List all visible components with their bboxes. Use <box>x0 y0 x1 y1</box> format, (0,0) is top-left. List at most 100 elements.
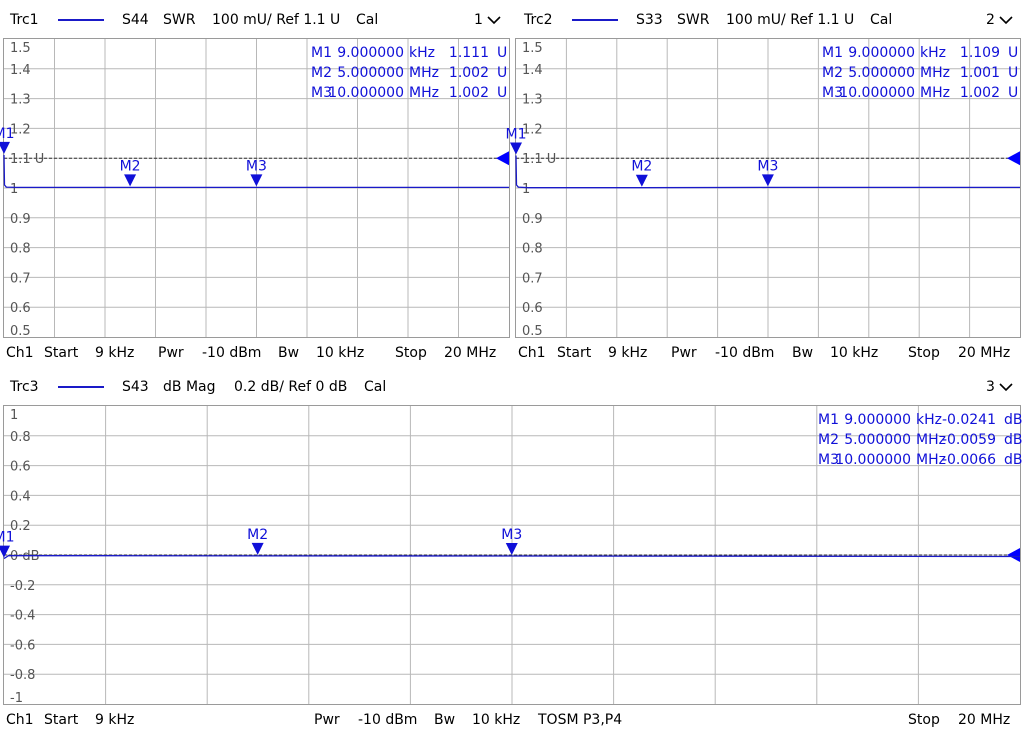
stop-value[interactable]: 20 MHz <box>958 709 1010 731</box>
start-value[interactable]: 9 kHz <box>608 342 647 364</box>
readout-value: 1.109 <box>960 45 1000 61</box>
y-tick-label: -1 <box>10 691 23 706</box>
channel-footer-2: Ch1 Start 9 kHz Pwr -10 dBm Bw 10 kHz St… <box>512 342 1024 364</box>
trace-parameter[interactable]: S44 <box>122 9 149 31</box>
readout-value-unit: U <box>497 85 507 101</box>
marker-triangle-icon <box>505 542 518 555</box>
marker-readout-row: M2 5.000000 MHz-0.0059 dB <box>818 432 1023 448</box>
marker-readout-row: M310.000000 MHz-0.0066 dB <box>818 452 1023 468</box>
reference-arrow-icon <box>1007 151 1020 166</box>
trace-header-1: Trc1 S44 SWR 100 mU/ Ref 1.1 U Cal 1 <box>0 9 512 31</box>
window-number[interactable]: 3 <box>986 376 995 398</box>
channel-label[interactable]: Ch1 <box>6 709 34 731</box>
marker-m3: M3 <box>246 158 267 187</box>
trace-color-line <box>58 386 104 388</box>
bandwidth-label: Bw <box>278 345 300 361</box>
start-value[interactable]: 9 kHz <box>95 342 134 364</box>
plot-area-3[interactable]: 10.80.60.40.2-0.2-0.4-0.6-0.8-10 dBM1M2M… <box>0 405 1023 706</box>
calibration-ports[interactable]: TOSM P3,P4 <box>538 709 622 731</box>
readout-value-unit: dB <box>1004 452 1023 468</box>
trace-scale[interactable]: 0.2 dB/ Ref 0 dB <box>234 376 347 398</box>
marker-triangle-icon <box>761 174 774 187</box>
readout-value-unit: dB <box>1004 412 1023 428</box>
y-tick-label: 0.8 <box>10 430 31 445</box>
y-tick-label: -0.6 <box>10 638 35 653</box>
trace-parameter[interactable]: S33 <box>636 9 663 31</box>
power-value[interactable]: -10 dBm <box>358 709 417 731</box>
trace-parameter[interactable]: S43 <box>122 376 149 398</box>
marker-m2: M2 <box>631 159 652 187</box>
y-tick-label: 0.8 <box>10 242 31 257</box>
window-number[interactable]: 2 <box>986 9 995 31</box>
marker-label: M3 <box>246 158 267 174</box>
marker-readout-row: M310.000000 MHz 1.002 U <box>822 85 1018 101</box>
marker-triangle-icon <box>635 174 648 187</box>
plot-area-2[interactable]: 1.5 1.4 1.3 1.2 1 0.9 0.8 0.7 0.6 0.5 1.1 U M1 M2 M3 M… <box>506 38 1021 339</box>
marker-m2: M2 <box>247 527 268 555</box>
marker-label: M1 <box>0 126 15 142</box>
readout-value: 1.111 <box>449 45 489 61</box>
power-value[interactable]: -10 dBm <box>202 342 261 364</box>
readout-value-unit: U <box>1008 45 1018 61</box>
power-value[interactable]: -10 dBm <box>715 342 774 364</box>
power-label: Pwr <box>314 712 340 728</box>
plot-area-1[interactable]: 1.51.41.31.210.90.80.70.60.51.1 UM1M2M3M… <box>0 38 510 339</box>
trace-scale[interactable]: 100 mU/ Ref 1.1 U <box>212 9 340 31</box>
bandwidth-value[interactable]: 10 kHz <box>472 709 520 731</box>
readout-value: 1.002 <box>449 65 489 81</box>
marker-m3: M3 <box>757 158 778 187</box>
y-tick-label: 0.5 <box>522 324 543 339</box>
readout-name: M1 <box>311 45 332 61</box>
trace-scale[interactable]: 100 mU/ Ref 1.1 U <box>726 9 854 31</box>
channel-label[interactable]: Ch1 <box>6 342 34 364</box>
readout-stimulus: 5.000000 <box>848 65 915 81</box>
reference-arrow-icon <box>496 151 509 166</box>
trace-cal-status: Cal <box>364 379 387 395</box>
trace-format[interactable]: SWR <box>163 9 195 31</box>
marker-m3: M3 <box>501 527 522 555</box>
readout-value: 1.002 <box>449 85 489 101</box>
trace-color-line <box>58 19 104 21</box>
y-tick-label: 0.6 <box>522 301 543 316</box>
reference-arrow-icon <box>1007 548 1020 562</box>
readout-stimulus-unit: MHz <box>920 85 950 101</box>
y-tick-label: 1.3 <box>10 93 31 108</box>
trace-name[interactable]: Trc1 <box>10 9 39 31</box>
y-tick-label: 0.9 <box>10 212 31 227</box>
stop-label: Stop <box>395 345 427 361</box>
trace-name[interactable]: Trc3 <box>10 376 39 398</box>
window-number[interactable]: 1 <box>474 9 483 31</box>
bandwidth-value[interactable]: 10 kHz <box>316 342 364 364</box>
readout-value: 1.001 <box>960 65 1000 81</box>
marker-readout-row: M310.000000 MHz 1.002 U <box>311 85 507 101</box>
trace-cal-status: Cal <box>870 12 893 28</box>
readout-stimulus-unit: kHz <box>409 45 435 61</box>
readout-value-unit: U <box>497 65 507 81</box>
readout-stimulus: 10.000000 <box>328 85 404 101</box>
marker-readout-list: M1 9.000000 kHz -0.0241 dBM2 5.000000 MHz-0.00… <box>818 412 1023 468</box>
bandwidth-value[interactable]: 10 kHz <box>830 342 878 364</box>
readout-value: -0.0059 <box>942 432 996 448</box>
start-label: Start <box>557 345 592 361</box>
marker-readout-row: M1 9.000000 kHz 1.111 U <box>311 45 507 61</box>
trace-cal-status: Cal <box>356 12 379 28</box>
trace-header-2: Trc2 S33 SWR 100 mU/ Ref 1.1 U Cal 2 <box>514 9 1024 31</box>
channel-footer-1: Ch1 Start 9 kHz Pwr -10 dBm Bw 10 kHz St… <box>0 342 512 364</box>
trace-name[interactable]: Trc2 <box>524 9 553 31</box>
bandwidth-label: Bw <box>792 345 814 361</box>
power-label: Pwr <box>158 345 184 361</box>
trace-format[interactable]: dB Mag <box>163 376 216 398</box>
stop-value[interactable]: 20 MHz <box>444 342 496 364</box>
channel-footer-3: Ch1 Start 9 kHz Pwr -10 dBm Bw 10 kHz TO… <box>0 709 1024 731</box>
stop-value[interactable]: 20 MHz <box>958 342 1010 364</box>
y-tick-label: 1.4 <box>10 63 31 78</box>
channel-label[interactable]: Ch1 <box>518 342 546 364</box>
y-tick-label: 1.5 <box>10 41 31 56</box>
readout-stimulus: 10.000000 <box>835 452 911 468</box>
readout-name: M2 <box>822 65 843 81</box>
readout-name: M2 <box>311 65 332 81</box>
marker-label: M2 <box>631 159 652 175</box>
readout-stimulus-unit: MHz <box>409 85 439 101</box>
trace-format[interactable]: SWR <box>677 9 709 31</box>
start-value[interactable]: 9 kHz <box>95 709 134 731</box>
